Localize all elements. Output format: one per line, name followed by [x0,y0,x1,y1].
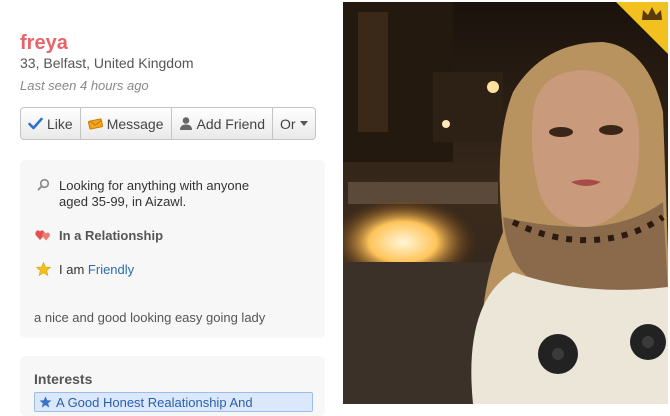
interest-tag[interactable]: A Good Honest Realationship And [34,392,313,412]
profile-name[interactable]: freya [20,32,68,55]
add-friend-icon [179,116,193,131]
interests-heading: Interests [34,371,93,387]
check-icon [28,117,43,130]
details-card: Looking for anything with anyone aged 35… [20,160,325,338]
or-label: Or [279,115,296,132]
message-label: Message [106,115,164,132]
interests-card: Interests A Good Honest Realationship An… [20,356,325,416]
last-seen: Last seen 4 hours ago [20,78,149,93]
profile-photo-image [343,2,668,404]
personality-link[interactable]: Friendly [88,262,134,277]
or-dropdown-button[interactable]: Or [272,107,316,140]
looking-for-text: Looking for anything with anyone aged 35… [59,178,250,209]
crown-icon [641,6,663,27]
interest-label: A Good Honest Realationship And [56,394,253,410]
search-icon [34,178,52,191]
relationship-text: In a Relationship [59,228,164,243]
bio-text: a nice and good looking easy going lady [34,310,266,325]
personality-row: I am Friendly [34,262,134,277]
looking-for-row: Looking for anything with anyone aged 35… [34,178,259,210]
star-icon [34,262,52,276]
like-label: Like [47,115,73,132]
caret-down-icon [299,121,308,126]
add-friend-label: Add Friend [196,115,265,132]
profile-panel: freya 33, Belfast, United Kingdom Last s… [0,0,335,416]
like-button[interactable]: Like [20,107,81,140]
action-buttons: Like Message Add Friend Or [20,107,316,140]
add-friend-button[interactable]: Add Friend [171,107,273,140]
hearts-icon [34,228,52,241]
message-icon [87,117,103,130]
message-button[interactable]: Message [80,107,172,140]
star-icon [39,396,52,408]
relationship-row: In a Relationship [34,228,163,243]
i-am-prefix: I am [59,262,85,277]
profile-subtitle: 33, Belfast, United Kingdom [20,55,194,71]
profile-photo[interactable] [343,2,668,404]
